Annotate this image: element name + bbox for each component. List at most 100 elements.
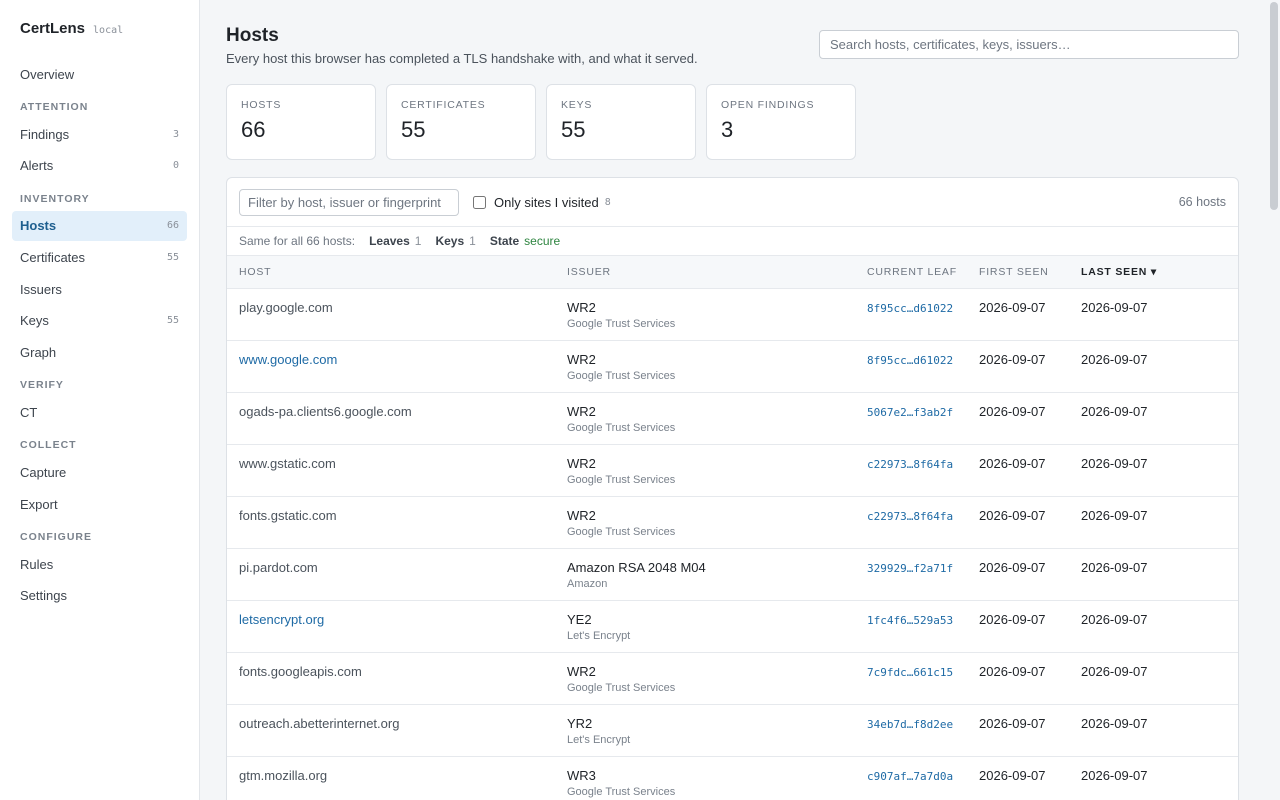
sidebar-item-alerts[interactable]: Alerts 0 [12,151,187,181]
summary-state-value: secure [524,234,561,248]
table-row[interactable]: fonts.gstatic.com WR2 Google Trust Service… [227,497,1238,549]
issuer-name: WR2 [567,456,596,471]
leaf-cell: 1fc4f6…529a53 [867,612,979,627]
last-seen-cell: 2026-09-07 [1081,508,1148,523]
host-cell: www.gstatic.com [239,456,336,471]
sidebar-item-label: Rules [20,556,54,572]
table-toolbar: Only sites I visited 8 66 hosts [227,178,1238,227]
issuer-cell: WR2 Google Trust Services [567,404,867,434]
leaf-fingerprint-link[interactable]: 5067e2…f3ab2f [867,406,953,419]
last-seen-cell: 2026-09-07 [1081,300,1148,315]
host-cell[interactable]: www.google.com [227,352,567,367]
filter-input[interactable] [239,188,459,216]
sidebar-item-issuers[interactable]: Issuers [12,274,187,304]
search-input[interactable] [819,30,1239,59]
table-row[interactable]: ogads-pa.clients6.google.com WR2 Google Tr… [227,393,1238,445]
table-row[interactable]: fonts.googleapis.com WR2 Google Trust Serv… [227,653,1238,705]
table-row[interactable]: pi.pardot.com Amazon RSA 2048 M04 Amazon 32… [227,549,1238,601]
sidebar-item-overview[interactable]: Overview [12,59,187,89]
sidebar-item-keys[interactable]: Keys 55 [12,306,187,336]
issuer-org: Google Trust Services [567,682,676,694]
table-row[interactable]: play.google.com WR2 Google Trust Services 8… [227,289,1238,341]
first-seen-cell: 2026-09-07 [979,456,1046,471]
issuer-org: Google Trust Services [567,370,676,382]
stat-card: KEYS 55 [546,84,696,160]
issuer-name: WR2 [567,508,596,523]
table-body: play.google.com WR2 Google Trust Services 8… [227,289,1238,800]
stat-value: 55 [561,117,586,142]
leaf-cell: c22973…8f64fa [867,508,979,523]
sidebar-item-capture[interactable]: Capture [12,457,187,487]
issuer-org: Google Trust Services [567,422,676,434]
host-cell: ogads-pa.clients6.google.com [239,404,412,419]
nav-sections: ATTENTION Findings 3 Alerts 0 INVENTORY Hosts 6… [12,101,187,611]
table-row[interactable]: www.google.com WR2 Google Trust Services 8f… [227,341,1238,393]
visited-checkbox[interactable] [473,195,486,209]
page-title: Hosts [226,25,279,46]
leaf-fingerprint-link[interactable]: 1fc4f6…529a53 [867,614,953,627]
leaf-fingerprint-link[interactable]: 8f95cc…d61022 [867,302,953,315]
sidebar-item-label: CT [20,404,38,420]
host-cell: play.google.com [239,300,333,315]
column-header-host[interactable]: HOST [227,266,567,278]
host-cell: pi.pardot.com [239,560,318,575]
sidebar-item-rules[interactable]: Rules [12,549,187,579]
table-row[interactable]: www.gstatic.com WR2 Google Trust Services c… [227,445,1238,497]
issuer-cell: WR3 Google Trust Services [567,768,867,798]
first-seen-cell: 2026-09-07 [979,508,1046,523]
issuer-org: Google Trust Services [567,526,676,538]
app-tag: local [93,25,124,36]
scrollbar[interactable] [1270,2,1278,210]
issuer-name: WR2 [567,300,596,315]
host-cell[interactable]: letsencrypt.org [227,612,567,627]
host-total: 66 hosts [1178,195,1226,209]
table-row[interactable]: letsencrypt.org YE2 Let's Encrypt 1fc4f6…52… [227,601,1238,653]
sidebar-item-label: Capture [20,464,67,480]
leaf-cell: c22973…8f64fa [867,456,979,471]
issuer-cell: WR2 Google Trust Services [567,664,867,694]
last-seen-cell: 2026-09-07 [1081,612,1148,627]
leaf-fingerprint-link[interactable]: 34eb7d…f8d2ee [867,718,953,731]
leaf-fingerprint-link[interactable]: c22973…8f64fa [867,510,953,523]
table-row[interactable]: gtm.mozilla.org WR3 Google Trust Services c… [227,757,1238,800]
sidebar-item-label: Settings [20,588,67,604]
last-seen-cell: 2026-09-07 [1081,768,1148,783]
last-seen-cell: 2026-09-07 [1081,456,1148,471]
leaf-fingerprint-link[interactable]: 8f95cc…d61022 [867,354,953,367]
issuer-name: WR2 [567,664,596,679]
leaf-fingerprint-link[interactable]: c907af…7a7d0a [867,770,953,783]
first-seen-cell: 2026-09-07 [979,560,1046,575]
sidebar-item-settings[interactable]: Settings [12,581,187,611]
sidebar-item-label: Export [20,496,58,512]
leaf-fingerprint-link[interactable]: 7c9fdc…661c15 [867,666,953,679]
sidebar-item-ct[interactable]: CT [12,397,187,427]
nav-section-title: VERIFY [20,379,64,392]
table-row[interactable]: outreach.abetterinternet.org YR2 Let's Enc… [227,705,1238,757]
column-header-last-seen[interactable]: LAST SEEN ▾ [1081,266,1231,278]
summary-leaves-label: Leaves [369,234,410,248]
last-seen-cell: 2026-09-07 [1081,352,1148,367]
visited-filter[interactable]: Only sites I visited 8 [473,195,611,210]
sidebar-item-export[interactable]: Export [12,489,187,519]
sidebar-item-certificates[interactable]: Certificates 55 [12,242,187,272]
sidebar-item-count: 0 [172,160,179,172]
issuer-name: WR3 [567,768,596,783]
column-header-leaf[interactable]: CURRENT LEAF [867,266,979,278]
sidebar-item-findings[interactable]: Findings 3 [12,119,187,149]
sidebar-item-graph[interactable]: Graph [12,337,187,367]
issuer-org: Amazon [567,578,608,590]
table-header: HOST ISSUER CURRENT LEAF FIRST SEEN LAST… [227,256,1238,289]
sidebar-item-count: 55 [166,251,179,263]
column-header-first-seen[interactable]: FIRST SEEN [979,266,1081,278]
column-header-issuer[interactable]: ISSUER [567,266,867,278]
leaf-cell: 7c9fdc…661c15 [867,664,979,679]
leaf-fingerprint-link[interactable]: 329929…f2a71f [867,562,953,575]
sidebar-item-hosts[interactable]: Hosts 66 [12,210,187,241]
sidebar-item-label: Certificates [20,249,86,265]
leaf-fingerprint-link[interactable]: c22973…8f64fa [867,458,953,471]
issuer-name: WR2 [567,404,596,419]
summary-lead: Same for all 66 hosts: [239,234,356,248]
brand: CertLens local [12,20,187,37]
issuer-name: YE2 [567,612,592,627]
nav-section-title: ATTENTION [20,101,89,113]
